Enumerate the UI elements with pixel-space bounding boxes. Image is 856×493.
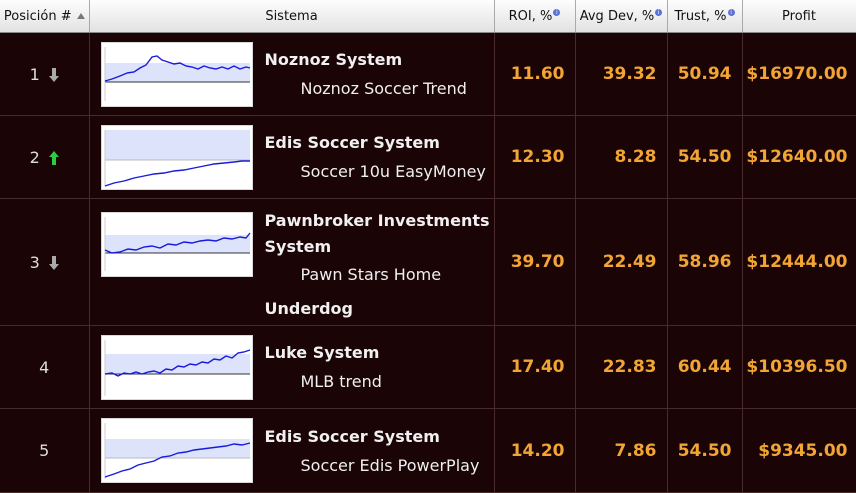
info-icon[interactable]: i <box>655 9 663 17</box>
arrow-up-icon <box>48 151 59 165</box>
trust-cell: 54.50 <box>667 408 743 493</box>
col-roi[interactable]: ROI, % i <box>494 0 576 33</box>
col-system[interactable]: Sistema <box>89 0 495 33</box>
performance-chart-thumbnail[interactable] <box>100 124 253 190</box>
avgdev-cell: 7.86 <box>575 408 668 493</box>
avgdev-cell: 39.32 <box>575 32 668 116</box>
performance-chart-thumbnail[interactable] <box>100 418 253 483</box>
roi-cell: 39.70 <box>494 198 576 326</box>
profit-cell: $16970.00 <box>742 32 856 116</box>
position-number: 1 <box>29 64 40 84</box>
table-row[interactable]: 3 Pawnbroker Investments System Pawn Sta… <box>0 198 856 326</box>
profit-cell: $10396.50 <box>742 325 856 409</box>
trust-cell: 54.50 <box>667 115 743 199</box>
ranking-table: Posición # Sistema ROI, % i Avg Dev, % i T… <box>0 0 856 493</box>
trust-cell: 50.94 <box>667 32 743 116</box>
strategy-name[interactable]: MLB trend <box>265 367 382 396</box>
col-trust[interactable]: Trust, % i <box>667 0 743 33</box>
strategy-name[interactable]: Noznoz Soccer Trend <box>265 74 467 103</box>
system-name[interactable]: Luke System <box>265 338 382 367</box>
system-name[interactable]: Noznoz System <box>265 45 467 74</box>
roi-cell: 12.30 <box>494 115 576 199</box>
profit-cell: $12640.00 <box>742 115 856 199</box>
col-avgdev-label: Avg Dev, % <box>579 8 655 24</box>
arrow-down-icon <box>48 256 59 270</box>
position-cell: 1 <box>0 32 90 116</box>
position-cell: 2 <box>0 115 90 199</box>
col-profit-label: Profit <box>782 8 816 24</box>
roi-cell: 14.20 <box>494 408 576 493</box>
col-position-label: Posición # <box>3 8 72 24</box>
system-name[interactable]: Edis Soccer System <box>265 128 486 157</box>
header-row: Posición # Sistema ROI, % i Avg Dev, % i T… <box>0 0 856 33</box>
sort-asc-icon <box>76 13 85 19</box>
performance-chart-thumbnail[interactable] <box>100 41 253 107</box>
col-trust-label: Trust, % <box>674 8 727 24</box>
table-row[interactable]: 1 Noznoz System Noznoz Soccer Trend 11.6… <box>0 32 856 116</box>
col-position[interactable]: Posición # <box>0 0 90 33</box>
table-row[interactable]: 5 Edis Soccer System Soccer Edis PowerPl… <box>0 408 856 493</box>
performance-chart-thumbnail[interactable] <box>100 334 253 400</box>
avgdev-cell: 22.83 <box>575 325 668 409</box>
avgdev-cell: 8.28 <box>575 115 668 199</box>
position-number: 3 <box>29 252 40 272</box>
system-name[interactable]: Pawnbroker Investments System <box>265 208 491 260</box>
strategy-name[interactable]: Soccer 10u EasyMoney <box>265 157 486 186</box>
col-roi-label: ROI, % <box>508 8 553 24</box>
system-name[interactable]: Edis Soccer System <box>265 422 480 451</box>
profit-cell: $9345.00 <box>742 408 856 493</box>
info-icon[interactable]: i <box>727 9 735 17</box>
position-number: 4 <box>39 357 50 377</box>
position-number: 5 <box>39 441 50 460</box>
trust-cell: 58.96 <box>667 198 743 326</box>
roi-cell: 11.60 <box>494 32 576 116</box>
system-cell: Edis Soccer System Soccer Edis PowerPlay <box>89 408 495 493</box>
arrow-down-icon <box>48 68 59 82</box>
position-number: 2 <box>29 147 40 167</box>
system-cell: Luke System MLB trend <box>89 325 495 409</box>
strategy-name[interactable]: Soccer Edis PowerPlay <box>265 451 480 480</box>
col-avgdev[interactable]: Avg Dev, % i <box>575 0 668 33</box>
trust-cell: 60.44 <box>667 325 743 409</box>
system-cell: Pawnbroker Investments System Pawn Stars… <box>89 198 495 326</box>
system-cell: Edis Soccer System Soccer 10u EasyMoney <box>89 115 495 199</box>
position-cell: 5 <box>0 408 90 493</box>
profit-cell: $12444.00 <box>742 198 856 326</box>
col-profit[interactable]: Profit <box>742 0 856 33</box>
strategy-name-continuation[interactable]: Underdog <box>265 296 491 322</box>
col-system-label: Sistema <box>265 8 318 24</box>
info-icon[interactable]: i <box>553 9 561 17</box>
table-row[interactable]: 4 Luke System MLB trend 17.40 22.83 60.4… <box>0 325 856 409</box>
table-row[interactable]: 2 Edis Soccer System Soccer 10u EasyMone… <box>0 115 856 199</box>
performance-chart-thumbnail[interactable] <box>100 212 253 277</box>
roi-cell: 17.40 <box>494 325 576 409</box>
avgdev-cell: 22.49 <box>575 198 668 326</box>
position-cell: 4 <box>0 325 90 409</box>
position-cell: 3 <box>0 198 90 326</box>
strategy-name[interactable]: Pawn Stars Home <box>265 262 491 288</box>
system-cell: Noznoz System Noznoz Soccer Trend <box>89 32 495 116</box>
